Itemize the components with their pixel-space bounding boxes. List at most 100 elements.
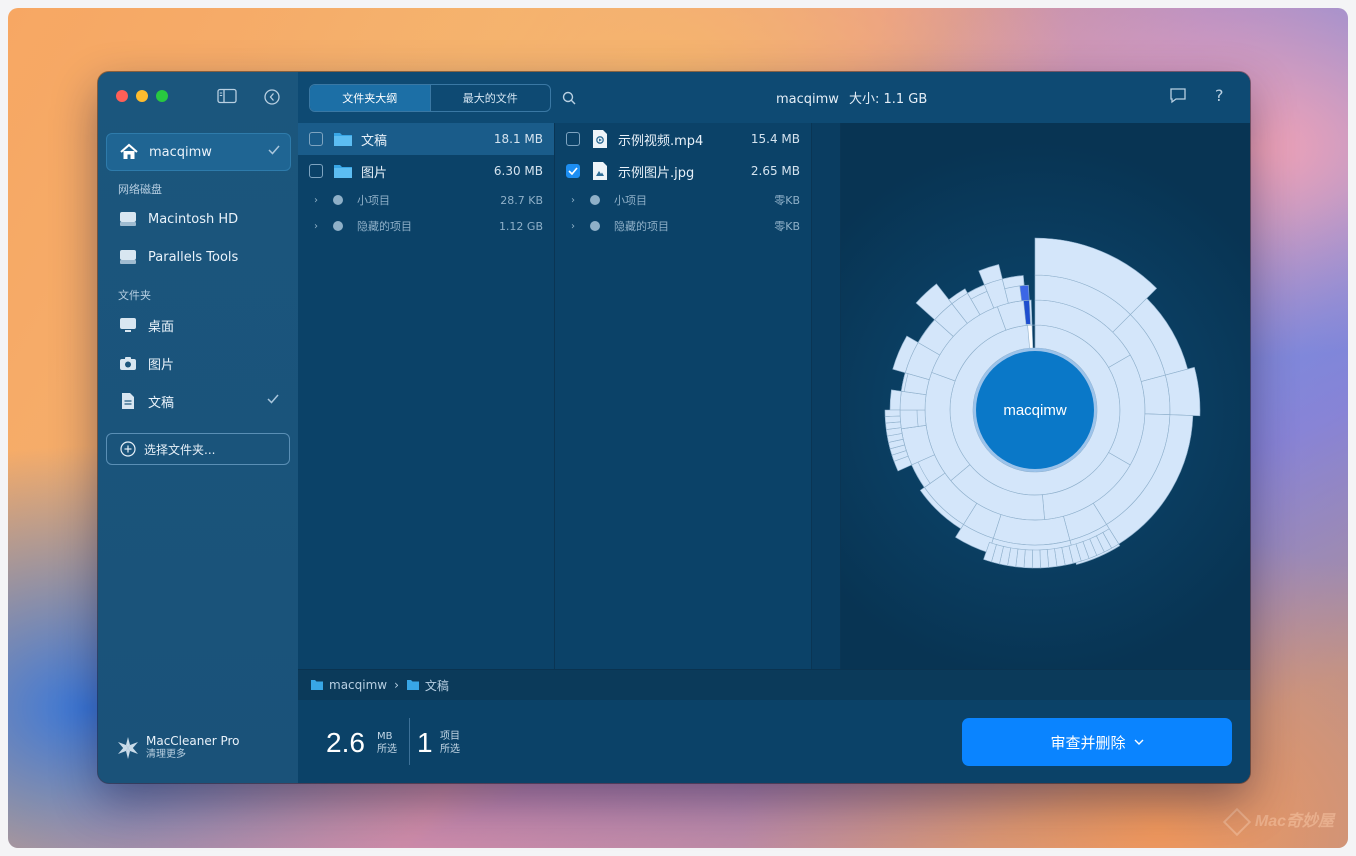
sunburst-segment[interactable] bbox=[1031, 549, 1041, 569]
list-item-hidden-items[interactable]: › 隐藏的项目 零KB bbox=[555, 213, 811, 239]
sunburst-segment[interactable] bbox=[1140, 374, 1171, 416]
item-size: 1.12 GB bbox=[498, 219, 543, 233]
checkbox[interactable] bbox=[309, 132, 323, 146]
item-size: 零KB bbox=[774, 194, 800, 207]
selected-size-caption: 所选 bbox=[377, 744, 397, 755]
search-icon[interactable] bbox=[562, 90, 576, 109]
divider bbox=[409, 718, 410, 765]
item-size: 零KB bbox=[774, 220, 800, 233]
view-mode-segmented-control: 文件夹大纲 最大的文件 bbox=[309, 84, 551, 112]
help-icon[interactable]: ? bbox=[1215, 86, 1224, 105]
section-network-drives: 网络磁盘 bbox=[118, 183, 162, 196]
sidebar-item-parallels-tools[interactable]: Parallels Tools bbox=[106, 239, 289, 275]
list-item-hidden-items[interactable]: › 隐藏的项目 1.12 GB bbox=[298, 213, 554, 239]
item-size: 6.30 MB bbox=[493, 164, 543, 178]
sidebar-item-pictures[interactable]: 图片 bbox=[106, 345, 289, 381]
sidebar-item-label: macqimw bbox=[149, 144, 212, 160]
sidebar-item-label: Parallels Tools bbox=[148, 249, 239, 265]
checkbox[interactable] bbox=[566, 132, 580, 146]
selected-size-unit-block: MB 所选 bbox=[377, 730, 397, 756]
sunburst-selected-segment[interactable] bbox=[1019, 284, 1030, 302]
checkbox[interactable] bbox=[309, 164, 323, 178]
sidebar-item-label: 文稿 bbox=[148, 395, 175, 411]
item-name: 文稿 bbox=[361, 133, 388, 149]
list-item-small-items[interactable]: › 小项目 零KB bbox=[555, 187, 811, 213]
feedback-icon[interactable] bbox=[1169, 87, 1187, 108]
dot-icon bbox=[333, 195, 343, 205]
sidebar-item-label: 桌面 bbox=[148, 319, 175, 335]
selected-count-unit-block: 项目 所选 bbox=[440, 730, 460, 756]
drive-icon bbox=[118, 209, 138, 229]
item-name: 示例视频.mp4 bbox=[618, 133, 704, 149]
document-icon bbox=[118, 391, 138, 411]
toggle-sidebar-icon[interactable] bbox=[217, 88, 237, 104]
promo-subtitle: 清理更多 bbox=[146, 749, 186, 760]
home-folder-icon bbox=[310, 679, 324, 691]
review-and-delete-button[interactable]: 审查并删除 bbox=[962, 718, 1232, 766]
list-item-sample-image[interactable]: 示例图片.jpg 2.65 MB bbox=[555, 155, 811, 187]
selected-size-value: 2.6 bbox=[326, 727, 365, 758]
window-title: macqimw 大小: 1.1 GB bbox=[776, 88, 927, 107]
app-window: macqimw 网络磁盘 Macintosh HD Parallels Tool… bbox=[98, 72, 1250, 783]
sidebar-item-home[interactable]: macqimw bbox=[106, 133, 291, 171]
sidebar-item-macintosh-hd[interactable]: Macintosh HD bbox=[106, 201, 289, 237]
promo-title: MacCleaner Pro bbox=[146, 734, 240, 748]
folder-icon bbox=[333, 161, 353, 181]
selected-count-caption: 所选 bbox=[440, 744, 460, 755]
sidebar-item-label: 图片 bbox=[148, 357, 175, 373]
breadcrumb-root[interactable]: macqimw bbox=[329, 678, 387, 692]
maccleaner-logo-icon bbox=[116, 736, 140, 760]
list-item-sample-video[interactable]: 示例视频.mp4 15.4 MB bbox=[555, 123, 811, 155]
item-size: 18.1 MB bbox=[493, 132, 543, 146]
zoom-window-button[interactable] bbox=[156, 90, 168, 102]
breadcrumb: macqimw › 文稿 bbox=[298, 669, 1250, 700]
drive-icon bbox=[118, 247, 138, 267]
sunburst-segment[interactable] bbox=[1039, 549, 1050, 569]
folder-name: macqimw bbox=[776, 92, 839, 107]
history-icon[interactable] bbox=[263, 88, 283, 105]
main-area: 文件夹大纲 最大的文件 macqimw 大小: 1.1 GB ? 文稿 18.1 … bbox=[298, 72, 1250, 783]
selected-size-unit: MB bbox=[377, 731, 393, 742]
chevron-right-icon[interactable]: › bbox=[314, 221, 324, 232]
video-file-icon bbox=[590, 129, 610, 149]
item-name: 小项目 bbox=[357, 194, 390, 207]
tab-folder-outline[interactable]: 文件夹大纲 bbox=[310, 85, 430, 111]
chevron-right-icon[interactable]: › bbox=[571, 221, 581, 232]
folder-icon bbox=[333, 129, 353, 149]
close-window-button[interactable] bbox=[116, 90, 128, 102]
footer: 2.6 MB 所选 1 项目 所选 审查并删除 bbox=[298, 700, 1250, 783]
list-item-pictures[interactable]: 图片 6.30 MB bbox=[298, 155, 554, 187]
plus-circle-icon bbox=[120, 441, 136, 457]
item-size: 28.7 KB bbox=[500, 193, 543, 207]
sunburst-segment[interactable] bbox=[1165, 366, 1201, 417]
list-item-small-items[interactable]: › 小项目 28.7 KB bbox=[298, 187, 554, 213]
item-name: 小项目 bbox=[614, 194, 647, 207]
chevron-right-icon[interactable]: › bbox=[571, 195, 581, 206]
desktop-icon bbox=[118, 315, 138, 335]
folder-icon bbox=[406, 679, 420, 691]
folder-column-root: 文稿 18.1 MB 图片 6.30 MB › 小项目 28.7 KB › 隐藏… bbox=[298, 123, 555, 669]
folder-size: 大小: 1.1 GB bbox=[848, 92, 928, 107]
maccleaner-promo[interactable]: MacCleaner Pro 清理更多 bbox=[116, 734, 240, 761]
sunburst-segment[interactable] bbox=[884, 409, 901, 417]
sunburst-segment[interactable] bbox=[884, 415, 901, 424]
watermark: Mac奇妙屋 bbox=[1222, 807, 1334, 837]
selected-count-value: 1 bbox=[417, 727, 433, 758]
sunburst-panel: macqimw bbox=[841, 123, 1250, 669]
watermark-text: Mac奇妙屋 bbox=[1254, 813, 1334, 831]
minimize-window-button[interactable] bbox=[136, 90, 148, 102]
item-name: 隐藏的项目 bbox=[614, 220, 669, 233]
sidebar-item-desktop[interactable]: 桌面 bbox=[106, 307, 289, 343]
checkbox-checked[interactable] bbox=[566, 164, 580, 178]
chevron-right-icon[interactable]: › bbox=[314, 195, 324, 206]
sidebar-item-documents[interactable]: 文稿 bbox=[106, 383, 289, 419]
sunburst-segment[interactable] bbox=[899, 409, 919, 430]
watermark-logo-icon bbox=[1222, 807, 1252, 837]
list-item-documents[interactable]: 文稿 18.1 MB bbox=[298, 123, 554, 155]
sunburst-segment[interactable] bbox=[889, 389, 902, 411]
tab-largest-files[interactable]: 最大的文件 bbox=[429, 85, 551, 111]
sunburst-chart[interactable]: macqimw bbox=[841, 123, 1250, 669]
breadcrumb-current[interactable]: 文稿 bbox=[425, 677, 449, 694]
toolbar: 文件夹大纲 最大的文件 macqimw 大小: 1.1 GB ? bbox=[298, 72, 1250, 124]
choose-folder-button[interactable]: 选择文件夹... bbox=[106, 433, 290, 465]
